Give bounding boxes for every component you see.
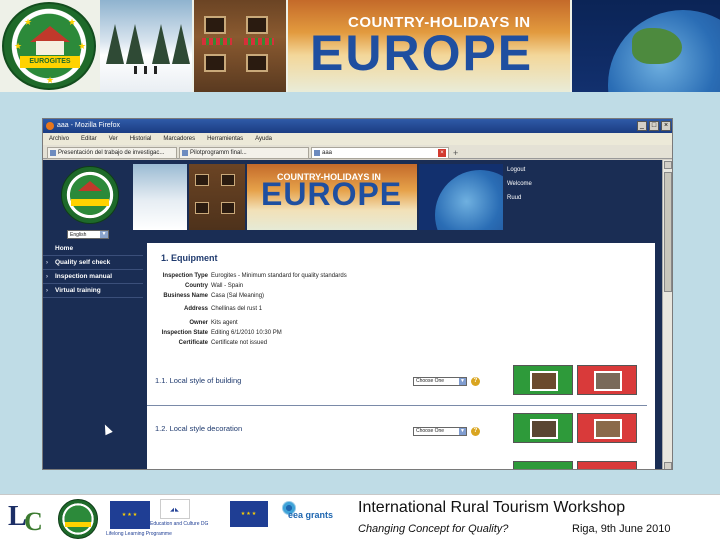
star-icon: ★ xyxy=(46,75,55,85)
llp-caption: Lifelong Learning Programme xyxy=(106,531,172,537)
site-banner-title: COUNTRY-HOLIDAYS IN EUROPE xyxy=(247,164,417,230)
eu-flag-icon: ★★★ xyxy=(230,501,268,527)
window-title: aaa - Mozilla Firefox xyxy=(57,122,121,129)
scroll-up-button[interactable] xyxy=(664,161,672,169)
logo-ribbon: EUROGITES xyxy=(20,56,80,68)
chevron-down-icon: ▼ xyxy=(459,378,466,385)
house-roof-icon xyxy=(30,26,70,42)
browser-window: aaa - Mozilla Firefox _ □ × Archivo Edit… xyxy=(42,118,673,470)
example-photo xyxy=(530,419,558,439)
scroll-down-button[interactable] xyxy=(664,462,672,469)
bullet-icon: › xyxy=(46,274,48,280)
site-photo-snow xyxy=(133,164,187,230)
photo-globe xyxy=(572,0,720,92)
photo-snow-forest xyxy=(100,0,192,92)
question-1-2-label: 1.2. Local style decoration xyxy=(155,424,243,433)
vertical-scrollbar[interactable] xyxy=(662,160,672,469)
banner-title: COUNTRY-HOLIDAYS IN EUROPE xyxy=(288,0,570,92)
menu-marcadores[interactable]: Marcadores xyxy=(163,133,195,145)
edu-caption: Education and Culture DG xyxy=(150,521,209,527)
scroll-thumb[interactable] xyxy=(664,172,672,292)
question-1-1-label: 1.1. Local style of building xyxy=(155,376,242,385)
page-icon xyxy=(314,150,320,156)
menu-editar[interactable]: Editar xyxy=(81,133,97,145)
question-1-1-select[interactable]: Choose One ▼ xyxy=(413,377,467,386)
site-user-links: Logout Welcome Ruud xyxy=(507,166,532,208)
side-nav: Home › Quality self check › Inspection m… xyxy=(43,242,143,298)
help-icon[interactable]: ? xyxy=(471,377,480,386)
menu-ver[interactable]: Ver xyxy=(109,133,118,145)
bullet-icon: › xyxy=(46,288,48,294)
new-tab-button[interactable]: + xyxy=(453,148,458,158)
example-photo xyxy=(594,419,622,439)
bullet-icon: › xyxy=(46,260,48,266)
house-icon xyxy=(36,41,64,55)
site-header: COUNTRY-HOLIDAYS IN EUROPE Logout Welcom… xyxy=(43,160,664,230)
bad-example-image[interactable] xyxy=(577,461,637,469)
workshop-title: International Rural Tourism Workshop xyxy=(358,499,626,516)
footer-eurogites-logo xyxy=(58,499,98,539)
logout-link[interactable]: Logout xyxy=(507,166,532,175)
banner-title-big: EUROPE xyxy=(310,25,534,81)
language-select[interactable]: English ▼ xyxy=(67,230,109,239)
close-tab-icon[interactable]: × xyxy=(438,149,446,157)
close-window-button[interactable]: × xyxy=(661,121,671,131)
page-icon xyxy=(50,150,56,156)
tab-bar: Presentación del trabajo de investigac..… xyxy=(43,145,672,159)
section-title: 1. Equipment xyxy=(161,253,218,263)
firefox-icon xyxy=(46,122,54,130)
help-icon[interactable]: ? xyxy=(471,427,480,436)
bad-example-image[interactable] xyxy=(577,413,637,443)
star-icon: ★ xyxy=(78,41,87,51)
nav-virtual-training[interactable]: › Virtual training xyxy=(43,284,143,298)
maximize-button[interactable]: □ xyxy=(649,121,659,131)
example-photo xyxy=(530,371,558,391)
photo-wooden-house xyxy=(194,0,286,92)
page-icon xyxy=(182,150,188,156)
education-culture-logo: ◢◣ xyxy=(160,499,190,519)
chevron-down-icon: ▼ xyxy=(459,428,466,435)
tab-aaa[interactable]: aaa × xyxy=(311,147,449,159)
good-example-image[interactable] xyxy=(513,413,573,443)
menu-archivo[interactable]: Archivo xyxy=(49,133,69,145)
mouse-cursor-icon xyxy=(101,422,113,436)
site-photo-house xyxy=(189,164,245,230)
site-eurogites-logo xyxy=(61,166,119,224)
menu-herramientas[interactable]: Herramientas xyxy=(207,133,243,145)
top-banner: ★ ★ ★ ★ ★ EUROGITES COUNTRY-HOLIDAYS IN … xyxy=(0,0,720,92)
question-divider xyxy=(147,405,647,406)
nav-quality-self-check[interactable]: › Quality self check xyxy=(43,256,143,270)
question-1-2-select[interactable]: Choose One ▼ xyxy=(413,427,467,436)
minimize-button[interactable]: _ xyxy=(637,121,647,131)
menu-bar: Archivo Editar Ver Historial Marcadores … xyxy=(43,133,672,145)
menu-historial[interactable]: Historial xyxy=(130,133,152,145)
welcome-text: Welcome xyxy=(507,181,532,187)
menu-ayuda[interactable]: Ayuda xyxy=(255,133,272,145)
nav-home[interactable]: Home xyxy=(43,242,143,256)
nav-inspection-manual[interactable]: › Inspection manual xyxy=(43,270,143,284)
tab-pilotprogramm[interactable]: Pilotprogramm final... xyxy=(179,147,309,159)
good-example-image[interactable] xyxy=(513,365,573,395)
good-example-image[interactable] xyxy=(513,461,573,469)
chevron-down-icon: ▼ xyxy=(100,231,108,238)
inspection-content: 1. Equipment Inspection Type Eurogites -… xyxy=(147,243,655,469)
username-text: Ruud xyxy=(507,195,522,201)
example-photo xyxy=(594,371,622,391)
bad-example-image[interactable] xyxy=(577,365,637,395)
page-viewport: COUNTRY-HOLIDAYS IN EUROPE Logout Welcom… xyxy=(43,160,664,469)
eurogites-logo: ★ ★ ★ ★ ★ EUROGITES xyxy=(2,2,96,90)
tab-presentacion[interactable]: Presentación del trabajo de investigac..… xyxy=(47,147,177,159)
lc-logo: L C xyxy=(8,501,43,536)
slide-footer: L C ★★★ Lifelong Learning Programme ◢◣ E… xyxy=(0,494,720,540)
star-icon: ★ xyxy=(14,41,23,51)
workshop-place-date: Riga, 9th June 2010 xyxy=(572,523,671,535)
window-titlebar: aaa - Mozilla Firefox _ □ × xyxy=(43,119,672,133)
eu-flag-icon: ★★★ xyxy=(110,501,150,529)
site-photo-globe xyxy=(419,164,503,230)
workshop-subtitle: Changing Concept for Quality? xyxy=(358,523,509,535)
